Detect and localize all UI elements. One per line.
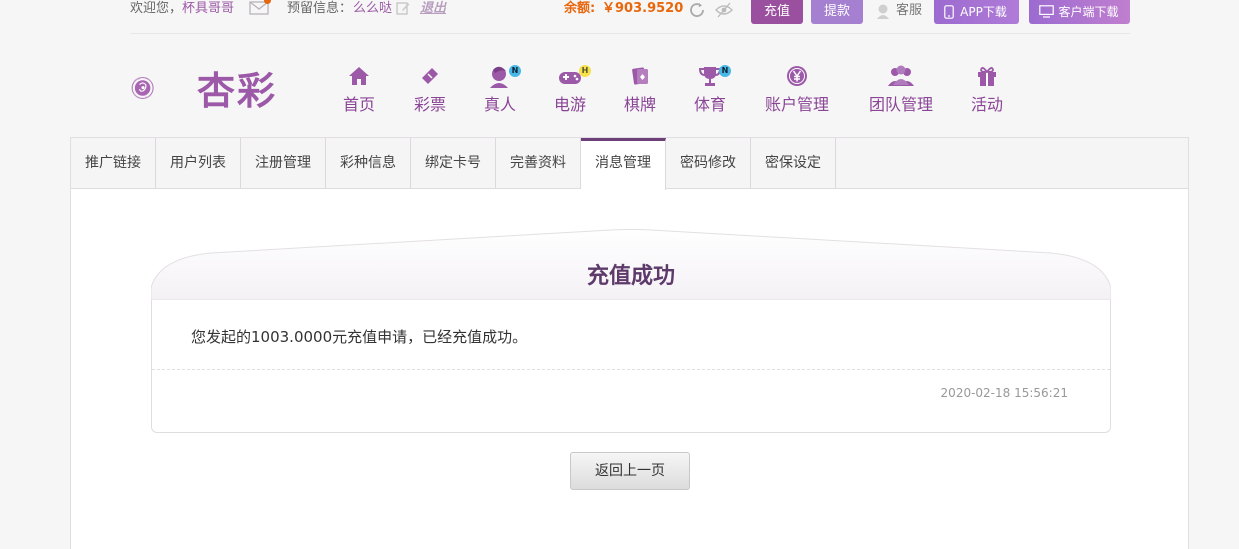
back-button[interactable]: 返回上一页 [570,452,690,490]
unread-dot [264,0,271,4]
top-bar: 欢迎您， 杯具哥哥 预留信息： 么么哒 退出 余额: ￥903.9520 充值 … [130,0,1130,34]
nav-label: 真人 [483,95,516,114]
nav-team[interactable]: 团队管理 [867,64,935,114]
balance-value: ￥903.9520 [602,1,684,16]
yen-coin-icon [787,66,807,86]
withdraw-button[interactable]: 提款 [811,0,863,24]
hot-badge: H [579,65,591,77]
nav-account[interactable]: 账户管理 [763,64,831,114]
tab-security-question[interactable]: 密保设定 [751,138,836,189]
balance-label: 余额: [564,1,596,16]
cards-icon [632,67,648,85]
sub-tabs: 推广链接 用户列表 注册管理 彩种信息 绑定卡号 完善资料 消息管理 密码修改 … [71,138,1188,190]
tab-messages[interactable]: 消息管理 [581,138,666,190]
tab-bind-card[interactable]: 绑定卡号 [411,138,496,189]
nav-label: 首页 [343,95,376,114]
nav-label: 体育 [693,95,726,114]
hide-balance-icon[interactable] [715,2,733,18]
tab-user-list[interactable]: 用户列表 [156,138,241,189]
nav-activity[interactable]: 活动 [970,64,1004,114]
app-download-button[interactable]: APP下载 [934,0,1019,24]
nav-egame[interactable]: H 电游 [553,64,591,114]
customer-service-icon[interactable] [875,3,891,19]
message-divider [152,369,1110,370]
customer-service-link[interactable]: 客服 [896,2,922,20]
charge-button[interactable]: 充值 [751,0,803,24]
message-timestamp: 2020-02-18 15:56:21 [940,386,1068,400]
tab-promo-link[interactable]: 推广链接 [71,138,156,189]
message-card [151,300,1111,433]
welcome-text: 欢迎您， [130,1,183,16]
tab-password[interactable]: 密码修改 [666,138,751,189]
team-icon [888,65,914,86]
content-panel: 推广链接 用户列表 注册管理 彩种信息 绑定卡号 完善资料 消息管理 密码修改 … [70,137,1189,549]
nav-label: 电游 [553,95,586,114]
trophy-icon [698,67,722,86]
client-download-button[interactable]: 客户端下载 [1029,0,1130,24]
tab-lottery-info[interactable]: 彩种信息 [326,138,411,189]
tab-profile[interactable]: 完善资料 [496,138,581,189]
monitor-icon [1039,5,1054,18]
edit-icon[interactable] [396,1,410,15]
nav-home[interactable]: 首页 [343,64,375,114]
tab-register-mgmt[interactable]: 注册管理 [241,138,326,189]
logo-emblem[interactable] [131,57,193,119]
nav-label: 彩票 [413,95,446,114]
app-download-label: APP下载 [960,5,1007,19]
reserve-label: 预留信息： [287,1,353,16]
gift-icon [978,67,996,86]
logo-text[interactable]: 杏彩 [197,60,277,115]
logout-link[interactable]: 退出 [420,0,446,20]
new-badge: N [719,65,731,77]
nav-label: 账户管理 [764,95,829,114]
refresh-icon[interactable] [688,1,706,19]
message-body: 您发起的1003.0000元充值申请，已经充值成功。 [191,328,528,346]
nav-lottery[interactable]: 彩票 [413,64,447,114]
nav-label: 团队管理 [868,95,933,114]
nav-label: 棋牌 [623,95,656,114]
reserve-value: 么么哒 [353,1,393,16]
message-title: 充值成功 [586,264,675,289]
nav-live[interactable]: N 真人 [483,64,521,114]
lottery-ticket-icon [422,68,438,84]
new-badge: N [509,65,521,77]
nav-sports[interactable]: N 体育 [693,64,731,114]
username-link[interactable]: 杯具哥哥 [182,0,234,20]
nav-cards[interactable]: 棋牌 [623,64,657,114]
phone-icon [944,5,954,19]
nav-label: 活动 [970,95,1003,114]
home-icon [349,67,369,85]
